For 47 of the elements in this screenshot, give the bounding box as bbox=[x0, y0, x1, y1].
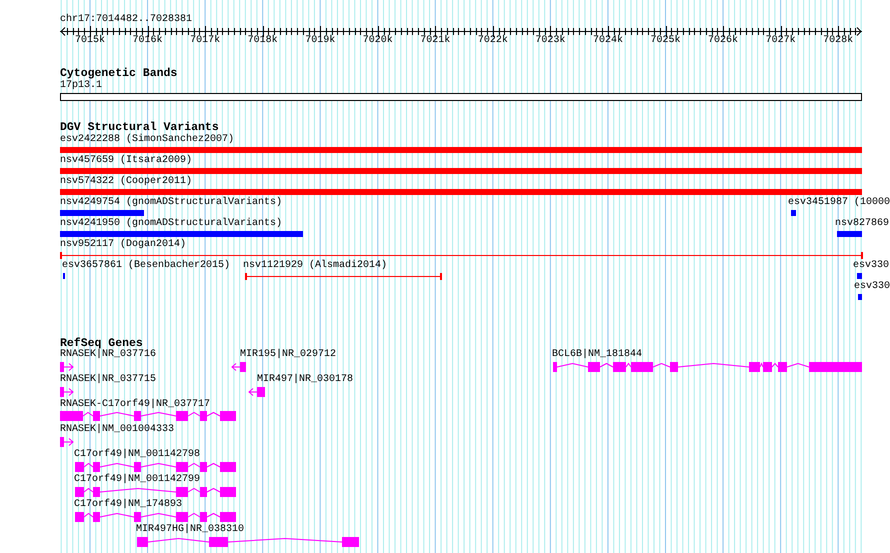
feature-label: esv3451987 (10000 bbox=[788, 197, 890, 209]
feature-label: nsv457659 (Itsara2009) bbox=[60, 155, 192, 167]
feature-label: MIR497|NR_030178 bbox=[257, 374, 354, 386]
gene-model-drawing bbox=[248, 387, 265, 397]
feature-label: nsv4241950 (gnomADStructuralVariants) bbox=[60, 218, 282, 230]
band-label: 17p13.1 bbox=[60, 80, 102, 92]
feature-label: C17orf49|NM_001142799 bbox=[74, 474, 200, 486]
track-title: Cytogenetic Bands bbox=[60, 67, 178, 80]
tick-label: 7028k bbox=[823, 35, 854, 47]
tick-label: 7026k bbox=[708, 35, 738, 47]
feature-label: RNASEK|NR_037715 bbox=[60, 374, 156, 386]
feature-label: nsv574322 (Cooper2011) bbox=[60, 176, 192, 188]
tick-label: 7021k bbox=[420, 35, 450, 47]
feature-label: esv3657861 (Besenbacher2015) bbox=[62, 260, 230, 272]
feature-label: C17orf49|NM_001142798 bbox=[74, 449, 200, 461]
feature-label: RNASEK|NR_037716 bbox=[60, 349, 156, 361]
feature-label: RNASEK|NM_001004333 bbox=[60, 424, 174, 436]
tick-label: 7015k bbox=[75, 35, 106, 47]
tick-label: 7025k bbox=[650, 35, 681, 47]
gene-model-drawing bbox=[60, 387, 74, 397]
feature-label: RNASEK-C17orf49|NR_037717 bbox=[60, 399, 210, 411]
gene-model-drawing bbox=[231, 362, 246, 372]
track-title: RefSeq Genes bbox=[60, 337, 143, 350]
tick-label: 7024k bbox=[592, 35, 623, 47]
gene-model-drawing bbox=[60, 437, 74, 447]
feature-label: nsv827869 bbox=[835, 218, 890, 230]
tick-label: 7022k bbox=[478, 35, 508, 47]
feature-label: esv2422288 (SimonSanchez2007) bbox=[60, 134, 234, 146]
position-label: chr17:7014482..7028381 bbox=[60, 14, 192, 26]
feature-label: nsv952117 (Dogan2014) bbox=[60, 239, 186, 251]
feature-label: BCL6B|NM_181844 bbox=[552, 349, 642, 361]
feature-label: nsv4249754 (gnomADStructuralVariants) bbox=[60, 197, 282, 209]
feature-label: esv330 bbox=[854, 281, 890, 293]
tick-label: 7019k bbox=[305, 35, 336, 47]
feature-label: esv330 bbox=[853, 260, 890, 272]
tick-label: 7018k bbox=[248, 35, 278, 47]
gene-model-drawing bbox=[60, 362, 74, 372]
tick-label: 7027k bbox=[766, 35, 796, 47]
tick-label: 7023k bbox=[535, 35, 566, 47]
feature-label: MIR195|NR_029712 bbox=[240, 349, 336, 361]
track-title: DGV Structural Variants bbox=[60, 121, 219, 134]
tick-label: 7020k bbox=[362, 35, 393, 47]
feature-label: nsv1121929 (Alsmadi2014) bbox=[243, 260, 388, 272]
tick-label: 7016k bbox=[132, 35, 163, 47]
feature-label: C17orf49|NM_174893 bbox=[74, 499, 182, 511]
feature-label: MIR497HG|NR_038310 bbox=[136, 524, 244, 536]
tick-label: 7017k bbox=[190, 35, 220, 47]
